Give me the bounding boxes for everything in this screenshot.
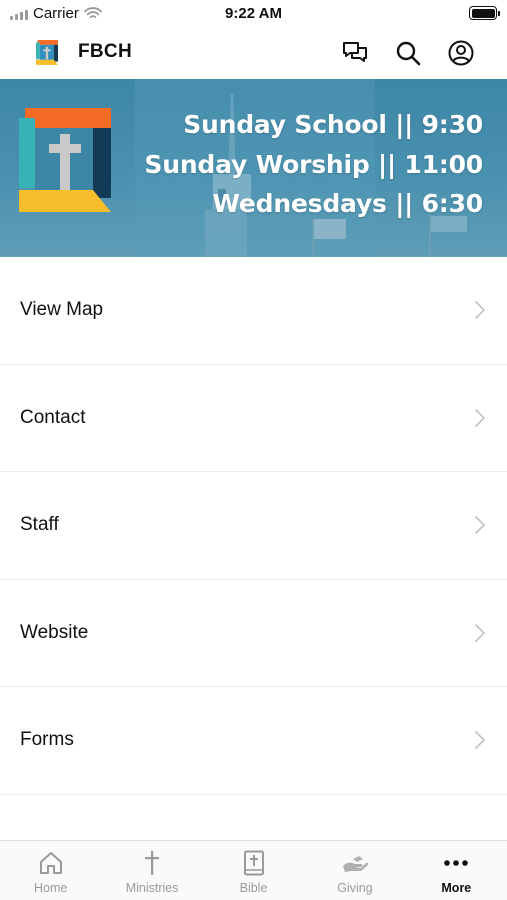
battery-icon [469, 6, 500, 20]
chevron-right-icon [475, 623, 485, 642]
tab-label: Home [34, 881, 68, 895]
chevron-right-icon [475, 408, 485, 427]
service-time-line: Wednesdays || 6:30 [212, 189, 483, 218]
more-dots-icon [444, 860, 469, 866]
chevron-right-icon [475, 301, 485, 320]
tab-ministries[interactable]: Ministries [101, 841, 202, 900]
menu-item-label: Forms [20, 729, 74, 751]
more-menu-list: View Map Contact Staff Website Forms [0, 257, 507, 795]
chevron-right-icon [475, 731, 485, 750]
header-actions [341, 39, 475, 67]
chat-button[interactable] [341, 39, 369, 67]
menu-item-label: View Map [20, 299, 104, 321]
service-times: Sunday School || 9:30 Sunday Worship || … [144, 105, 483, 224]
service-time-line: Sunday School || 9:30 [183, 110, 483, 139]
home-icon [39, 852, 62, 874]
status-bar: Carrier 9:22 AM [0, 0, 507, 28]
search-button[interactable] [394, 39, 422, 67]
menu-item-forms[interactable]: Forms [0, 687, 507, 795]
cross-icon [145, 851, 160, 875]
bible-icon [243, 850, 264, 876]
app-header: FBCH [0, 28, 507, 78]
service-times-banner: Sunday School || 9:30 Sunday Worship || … [0, 79, 507, 257]
status-time: 9:22 AM [225, 5, 282, 22]
giving-hand-icon [342, 856, 369, 872]
tab-home[interactable]: Home [0, 841, 101, 900]
profile-icon [448, 40, 474, 66]
menu-item-website[interactable]: Website [0, 580, 507, 687]
menu-item-label: Contact [20, 406, 86, 428]
chevron-right-icon [475, 516, 485, 535]
menu-item-label: Website [20, 621, 89, 643]
menu-item-contact[interactable]: Contact [0, 365, 507, 472]
profile-button[interactable] [447, 39, 475, 67]
menu-item-label: Staff [20, 514, 59, 536]
tab-bible[interactable]: Bible [203, 841, 304, 900]
bottom-tab-bar: Home Ministries Bible Giving More [0, 840, 507, 900]
tab-label: Bible [239, 881, 268, 895]
church-logo-large-icon [19, 108, 111, 212]
search-icon [396, 41, 421, 66]
tab-label: Giving [337, 881, 373, 895]
church-logo-icon [36, 40, 58, 65]
tab-label: More [441, 881, 472, 895]
menu-item-staff[interactable]: Staff [0, 472, 507, 580]
chat-icon [343, 42, 367, 62]
tab-giving[interactable]: Giving [304, 841, 405, 900]
tab-more[interactable]: More [406, 841, 507, 900]
menu-item-view-map[interactable]: View Map [0, 257, 507, 365]
service-time-line: Sunday Worship || 11:00 [144, 149, 483, 179]
tab-label: Ministries [125, 881, 179, 895]
app-title: FBCH [78, 41, 132, 62]
